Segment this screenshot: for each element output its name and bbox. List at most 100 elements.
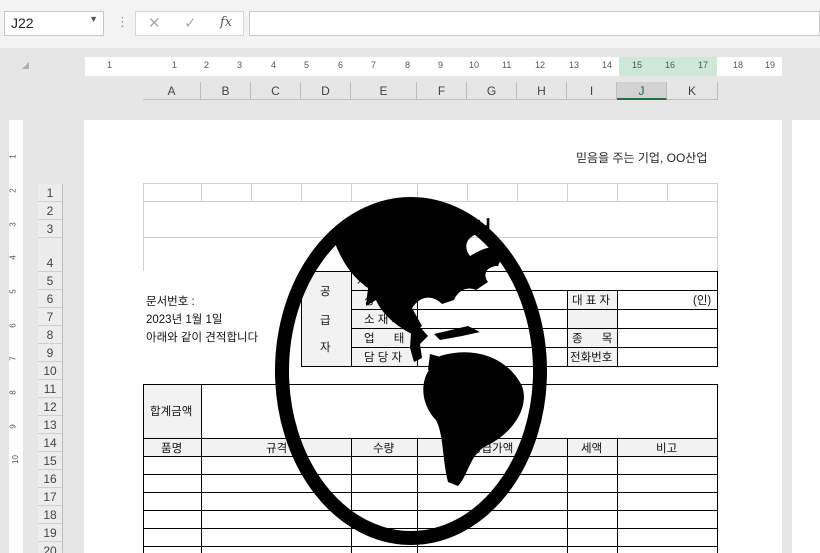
document-date: 2023년 1월 1일 <box>146 314 223 326</box>
drag-handle-icon[interactable]: ⋮ <box>116 14 129 30</box>
chevron-down-icon[interactable]: ▼ <box>89 14 98 24</box>
greeting-text: 아래와 같이 견적합니다 <box>146 332 259 344</box>
row-header[interactable]: 8 <box>38 326 62 344</box>
table-header-item: 품명 <box>161 443 183 455</box>
ruler-tick: 6 <box>338 60 344 70</box>
ruler-tick: 11 <box>502 60 512 70</box>
cancel-icon[interactable]: ✕ <box>148 14 161 32</box>
ruler-tick: 2 <box>204 60 210 70</box>
column-header[interactable]: K <box>667 82 718 100</box>
representative-label: 대 표 자 <box>572 295 611 307</box>
phone-label: 전화번호 <box>570 352 613 364</box>
supplier-char: 급 <box>320 315 331 327</box>
business-item-label: 종 목 <box>572 333 613 345</box>
ruler-tick: 1 <box>107 60 113 70</box>
row-header[interactable]: 10 <box>38 362 62 380</box>
ruler-tick: 1 <box>8 154 18 159</box>
select-all-icon[interactable] <box>22 62 29 69</box>
table-header-qty: 수량 <box>373 443 395 455</box>
ruler-tick: 8 <box>8 390 18 395</box>
row-header[interactable]: 5 <box>38 272 62 290</box>
row-header[interactable]: 7 <box>38 308 62 326</box>
column-header[interactable]: E <box>351 82 417 100</box>
table-header-note: 비고 <box>656 443 678 455</box>
row-header[interactable]: 12 <box>38 398 62 416</box>
ruler-tick: 18 <box>733 60 744 70</box>
horizontal-ruler: 1 1 2 3 4 5 6 7 8 9 10 11 12 13 14 15 16… <box>85 57 782 76</box>
ruler-tick: 8 <box>405 60 411 70</box>
vertical-ruler: 1 2 3 4 5 6 7 8 9 10 <box>9 120 23 553</box>
contact-person-label: 담 당 자 <box>364 352 403 364</box>
address-label: 소 재 지 <box>364 314 403 326</box>
row-header[interactable]: 15 <box>38 452 62 470</box>
total-amount-label: 합계금액 <box>150 406 193 418</box>
ruler-tick: 17 <box>698 60 709 70</box>
ruler-tick: 3 <box>8 222 18 227</box>
row-header[interactable]: 16 <box>38 470 62 488</box>
ruler-tick: 7 <box>8 356 18 361</box>
row-headers: 1 2 3 4 5 6 7 8 9 10 11 12 13 14 15 16 1… <box>38 184 63 553</box>
column-header[interactable]: I <box>567 82 617 100</box>
row-header[interactable]: 2 <box>38 202 62 220</box>
row-header[interactable]: 11 <box>38 380 62 398</box>
row-header[interactable]: 17 <box>38 488 62 506</box>
column-header-selected[interactable]: J <box>617 82 667 100</box>
enter-icon[interactable]: ✓ <box>184 14 197 32</box>
row-header[interactable]: 9 <box>38 344 62 362</box>
company-name-label: 상 호 <box>364 295 405 307</box>
business-type-label: 업 태 <box>364 333 405 345</box>
formula-input[interactable] <box>249 11 820 36</box>
row-header[interactable]: 20 <box>38 542 62 553</box>
ruler-tick: 19 <box>765 60 776 70</box>
ruler-tick: 12 <box>535 60 546 70</box>
ruler-tick: 10 <box>469 60 480 70</box>
supplier-char: 자 <box>320 342 331 354</box>
ruler-tick: 7 <box>371 60 377 70</box>
table-header-spec: 규격 <box>266 443 288 455</box>
business-number-label: 사업자번호 <box>357 276 410 288</box>
column-header[interactable]: A <box>143 82 201 100</box>
row-header[interactable]: 18 <box>38 506 62 524</box>
formula-bar: J22 ▼ ⋮ ✕ ✓ fx <box>0 0 820 48</box>
ruler-tick: 13 <box>569 60 580 70</box>
column-header[interactable]: F <box>417 82 467 100</box>
ruler-tick: 2 <box>8 188 18 193</box>
row-header[interactable]: 6 <box>38 290 62 308</box>
ruler-tick: 4 <box>271 60 277 70</box>
ruler-tick: 9 <box>438 60 444 70</box>
row-header[interactable]: 4 <box>38 238 62 272</box>
column-header[interactable]: D <box>301 82 351 100</box>
column-header[interactable]: H <box>517 82 567 100</box>
row-header[interactable]: 3 <box>38 220 62 238</box>
next-print-page <box>792 120 820 553</box>
slogan-text: 믿음을 주는 기업, OO산업 <box>576 151 708 165</box>
ruler-tick: 6 <box>8 323 18 328</box>
ruler-tick: 15 <box>632 60 643 70</box>
ruler-tick: 5 <box>8 289 18 294</box>
ruler-tick: 14 <box>602 60 613 70</box>
insert-function-icon[interactable]: fx <box>220 15 232 30</box>
ruler-tick: 10 <box>10 455 20 464</box>
supplier-char: 공 <box>320 286 331 298</box>
row-header[interactable]: 14 <box>38 434 62 452</box>
row-header[interactable]: 1 <box>38 184 62 202</box>
document-title: 견적서 <box>415 217 500 242</box>
row-header[interactable]: 13 <box>38 416 62 434</box>
ruler-tick: 3 <box>237 60 243 70</box>
ruler-tick: 9 <box>8 424 18 429</box>
table-header-supply-amount: 공급가액 <box>471 443 514 455</box>
name-box[interactable]: J22 ▼ <box>4 11 104 36</box>
name-box-value: J22 <box>11 15 34 31</box>
column-header[interactable]: C <box>251 82 301 100</box>
ruler-tick: 16 <box>665 60 676 70</box>
ruler-tick: 1 <box>172 60 178 70</box>
row-header[interactable]: 19 <box>38 524 62 542</box>
document-number-label: 문서번호 : <box>146 296 195 308</box>
column-header[interactable]: G <box>467 82 517 100</box>
formula-buttons: ✕ ✓ fx <box>135 11 244 36</box>
column-header[interactable]: B <box>201 82 251 100</box>
seal-text: (인) <box>693 295 712 307</box>
ruler-tick: 4 <box>8 255 18 260</box>
column-headers: A B C D E F G H I J K <box>143 82 718 100</box>
table-header-tax: 세액 <box>581 443 603 455</box>
